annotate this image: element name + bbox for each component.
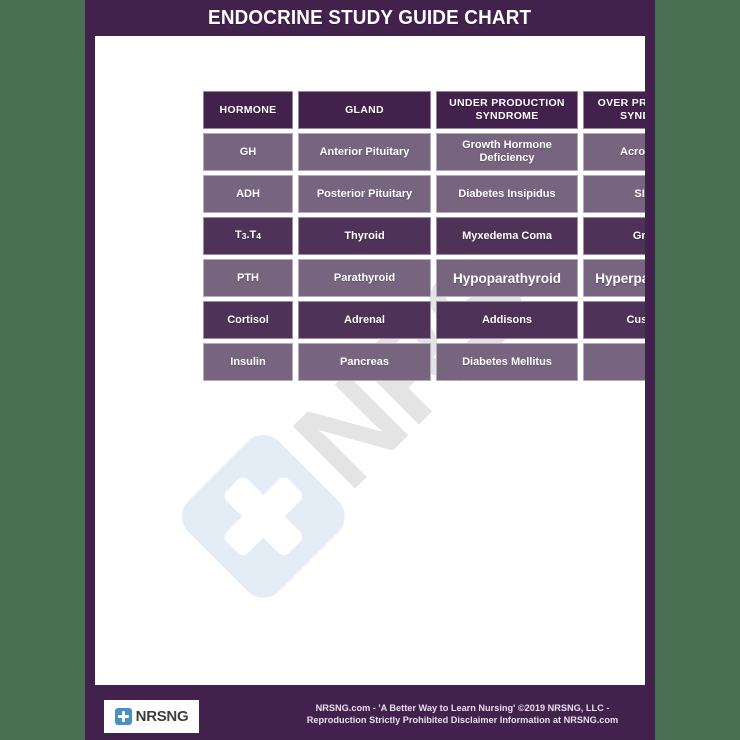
cell-over-production: Acromegaly xyxy=(583,133,645,171)
watermark-square-icon xyxy=(172,425,354,607)
cell-hormone-label: T3.T4 xyxy=(234,228,262,241)
cell-gland: Thyroid xyxy=(298,217,431,255)
medical-cross-icon xyxy=(114,708,132,725)
cell-gland: Anterior Pituitary xyxy=(298,133,431,171)
table-row: Insulin Pancreas Diabetes Mellitus xyxy=(203,343,645,381)
table-row: T3.T4 Thyroid Myxedema Coma Graves xyxy=(203,217,645,255)
cell-over-production-empty xyxy=(583,343,645,381)
column-header-over-production: OVER PRODUCTIONSYNDROME xyxy=(583,91,645,129)
cell-gland: Adrenal xyxy=(298,301,431,339)
cell-under-production: Growth Hormone Deficiency xyxy=(436,133,578,171)
cell-over-production: Hyperparathyroid xyxy=(583,259,645,297)
cell-under-production: Hypoparathyroid xyxy=(436,259,578,297)
cell-under-production: Addisons xyxy=(436,301,578,339)
table-header-row: HORMONE GLAND UNDER PRODUCTION SYNDROME O… xyxy=(203,91,645,129)
table-row: ADH Posterior Pituitary Diabetes Insipid… xyxy=(203,175,645,213)
poster-panel: ENDOCRINE STUDY GUIDE CHART NRS HORMONE … xyxy=(85,0,655,740)
cell-gland: Parathyroid xyxy=(298,259,431,297)
table-row: Cortisol Adrenal Addisons Cushings xyxy=(203,301,645,339)
endocrine-table: HORMONE GLAND UNDER PRODUCTION SYNDROME O… xyxy=(203,91,645,385)
footer-disclaimer-line2: Reproduction Strictly Prohibited Disclai… xyxy=(306,714,619,725)
cell-hormone: GH xyxy=(203,133,293,171)
column-header-under-production: UNDER PRODUCTION SYNDROME xyxy=(436,91,578,129)
cell-hormone: ADH xyxy=(203,175,293,213)
watermark-cross-vertical-icon xyxy=(221,474,306,559)
cell-hormone: PTH xyxy=(203,259,293,297)
column-header-over-production-label: OVER PRODUCTIONSYNDROME xyxy=(597,97,645,122)
column-header-hormone: HORMONE xyxy=(203,91,293,129)
cell-under-production: Diabetes Mellitus xyxy=(436,343,578,381)
table-row: PTH Parathyroid Hypoparathyroid Hyperpar… xyxy=(203,259,645,297)
footer-disclaimer: NRSNG.com - 'A Better Way to Learn Nursi… xyxy=(280,703,645,726)
column-header-gland-label: GLAND xyxy=(345,103,384,116)
column-header-gland: GLAND xyxy=(298,91,431,129)
watermark-cross-horizontal-icon xyxy=(221,474,306,559)
nrsng-logo-text: NRSNG xyxy=(135,708,189,725)
cell-under-production: Myxedema Coma xyxy=(436,217,578,255)
column-header-under-production-label: UNDER PRODUCTION SYNDROME xyxy=(449,97,565,122)
cell-hormone: Insulin xyxy=(203,343,293,381)
cell-hormone: T3.T4 xyxy=(203,217,293,255)
footer-disclaimer-line1: NRSNG.com - 'A Better Way to Learn Nursi… xyxy=(315,703,610,713)
cell-under-production: Diabetes Insipidus xyxy=(436,175,578,213)
title-bar: ENDOCRINE STUDY GUIDE CHART xyxy=(85,0,655,36)
cell-over-production: SIADH xyxy=(583,175,645,213)
cell-hormone: Cortisol xyxy=(203,301,293,339)
page-card: NRS HORMONE GLAND UNDER PRODUCTIONSYNDRO… xyxy=(95,36,645,685)
nrsng-logo: NRSNG xyxy=(104,700,199,733)
table-row: GH Anterior Pituitary Growth Hormone Def… xyxy=(203,133,645,171)
column-header-hormone-label: HORMONE xyxy=(219,103,277,116)
page-title: ENDOCRINE STUDY GUIDE CHART xyxy=(208,6,532,29)
cell-gland: Pancreas xyxy=(298,343,431,381)
cell-gland: Posterior Pituitary xyxy=(298,175,431,213)
footer: NRSNG NRSNG.com - 'A Better Way to Learn… xyxy=(85,693,655,740)
cell-over-production: Graves xyxy=(583,217,645,255)
cell-over-production: Cushings xyxy=(583,301,645,339)
